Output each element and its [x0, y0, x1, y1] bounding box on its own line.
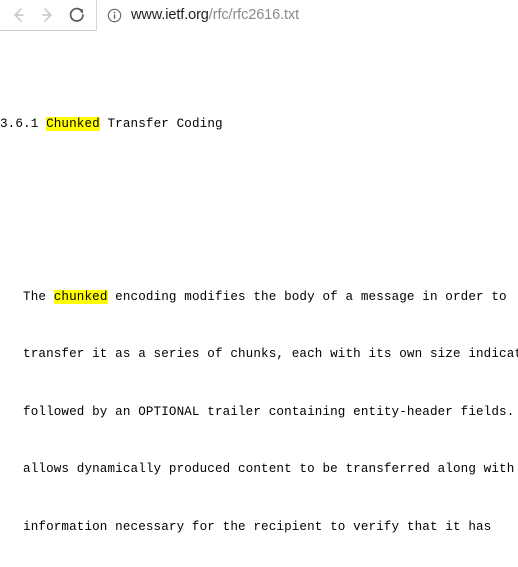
- forward-button[interactable]: [34, 2, 60, 28]
- section-heading: 3.6.1 Chunked Transfer Coding: [0, 115, 518, 134]
- arrow-left-icon: [9, 5, 29, 25]
- rfc-text-document: 3.6.1 Chunked Transfer Coding The chunke…: [0, 31, 518, 567]
- reload-button[interactable]: [64, 2, 90, 28]
- info-circle-icon[interactable]: [106, 7, 122, 23]
- back-button[interactable]: [6, 2, 32, 28]
- text-after-match: encoding modifies the body of a message …: [107, 289, 507, 304]
- page-content-area[interactable]: 3.6.1 Chunked Transfer Coding The chunke…: [0, 31, 518, 567]
- find-match-highlight: chunked: [53, 289, 108, 304]
- paragraph-1-line-2: transfer it as a series of chunks, each …: [0, 347, 518, 362]
- browser-toolbar: www.ietf.org/rfc/rfc2616.txt: [0, 0, 518, 31]
- address-bar[interactable]: www.ietf.org/rfc/rfc2616.txt: [96, 0, 518, 31]
- paragraph-1-line-1: The chunked encoding modifies the body o…: [0, 288, 518, 307]
- section-heading-number: 3.6.1: [0, 116, 47, 131]
- url-path: /rfc/rfc2616.txt: [208, 7, 300, 23]
- url-host: www.ietf.org: [131, 7, 209, 23]
- find-match-highlight: Chunked: [46, 116, 100, 131]
- paragraph-1-line-3: followed by an OPTIONAL trailer containi…: [0, 404, 518, 419]
- paragraph-1-line-5: information necessary for the recipient …: [0, 519, 492, 534]
- text-before-match: The: [0, 289, 54, 304]
- section-heading-text: Transfer Coding: [99, 116, 223, 131]
- paragraph-1-line-4: allows dynamically produced content to b…: [0, 462, 518, 477]
- address-bar-url[interactable]: www.ietf.org/rfc/rfc2616.txt: [131, 7, 299, 23]
- arrow-right-icon: [37, 5, 57, 25]
- reload-icon: [67, 5, 87, 25]
